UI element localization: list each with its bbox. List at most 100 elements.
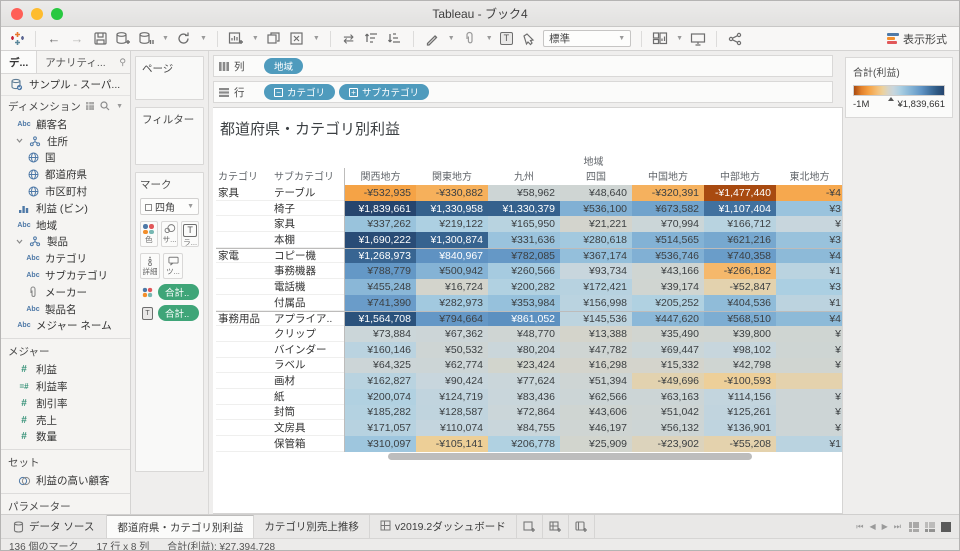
value-cell[interactable]: ¥16,724 [416, 279, 488, 295]
value-cell[interactable]: ¥185,282 [344, 404, 416, 421]
set-0[interactable]: 利益の高い顧客 [1, 472, 130, 489]
subcategory-cell[interactable]: アプライア.. [272, 310, 344, 327]
category-cell[interactable] [216, 436, 272, 452]
refresh-icon[interactable] [176, 30, 192, 48]
swap-axes-icon[interactable]: ⇄ [341, 30, 357, 48]
show-me-button[interactable]: 表示形式 [887, 31, 947, 47]
last-tab-icon[interactable]: ⏭ [894, 522, 901, 532]
value-cell-clipped[interactable]: ¥ [776, 216, 842, 233]
value-cell-clipped[interactable] [776, 373, 842, 389]
value-cell[interactable]: -¥266,182 [704, 263, 776, 280]
dimension-7[interactable]: 製品 [1, 234, 130, 251]
subcategory-cell[interactable]: 本棚 [272, 232, 344, 248]
value-cell[interactable]: ¥63,163 [632, 388, 704, 405]
mark-type-selector[interactable]: 四角 ▼ [140, 198, 199, 215]
find-field-icon[interactable] [100, 101, 110, 111]
value-cell[interactable]: ¥1,300,874 [416, 232, 488, 248]
tab-analytics[interactable]: アナリティ... [37, 51, 113, 73]
view-data-grid-icon[interactable] [86, 102, 95, 110]
subcategory-cell[interactable]: 電話機 [272, 279, 344, 295]
redo-icon[interactable]: → [69, 30, 85, 48]
sort-ascending-icon[interactable] [364, 30, 380, 48]
category-cell[interactable] [216, 388, 272, 405]
value-cell-clipped[interactable]: ¥1 [776, 436, 842, 452]
value-cell[interactable]: ¥114,156 [704, 388, 776, 405]
value-cell-clipped[interactable]: ¥ [776, 341, 842, 358]
group-members-icon[interactable] [462, 30, 478, 48]
value-cell[interactable]: ¥794,664 [416, 310, 488, 327]
prev-tab-icon[interactable]: ◀ [869, 522, 875, 531]
collapse-hierarchy-icon[interactable]: − [274, 87, 283, 97]
dimension-3[interactable]: 都道府県 [1, 166, 130, 183]
value-cell-clipped[interactable]: ¥ [776, 388, 842, 405]
subcategory-cell[interactable]: 紙 [272, 388, 344, 405]
clear-sheet-icon[interactable] [289, 30, 305, 48]
value-cell[interactable]: ¥1,107,404 [704, 200, 776, 217]
value-cell-clipped[interactable]: ¥ [776, 404, 842, 421]
value-cell[interactable]: ¥260,566 [488, 263, 560, 280]
value-cell[interactable]: ¥171,057 [344, 420, 416, 436]
measure-4[interactable]: # 数量 [1, 429, 130, 446]
value-cell[interactable]: ¥404,536 [704, 294, 776, 311]
category-cell[interactable] [216, 357, 272, 374]
value-cell-clipped[interactable]: ¥4 [776, 310, 842, 327]
value-cell[interactable]: ¥110,074 [416, 420, 488, 436]
subcategory-cell[interactable]: コピー機 [272, 247, 344, 264]
value-cell-clipped[interactable]: ¥1 [776, 263, 842, 280]
value-cell[interactable]: ¥56,132 [632, 420, 704, 436]
value-cell[interactable]: -¥23,902 [632, 436, 704, 452]
value-cell[interactable]: ¥39,800 [704, 326, 776, 342]
category-cell[interactable] [216, 279, 272, 295]
value-cell[interactable]: ¥93,734 [560, 263, 632, 280]
new-worksheet-icon[interactable] [228, 30, 244, 48]
pages-shelf[interactable]: ページ [135, 56, 204, 100]
value-cell[interactable]: -¥49,696 [632, 373, 704, 389]
color-legend[interactable]: 合計(利益) -1M ¥1,839,661 [845, 57, 953, 118]
value-cell-clipped[interactable]: -¥4 [776, 185, 842, 201]
value-cell[interactable]: ¥15,332 [632, 357, 704, 374]
duplicate-sheet-icon[interactable] [266, 30, 282, 48]
value-cell[interactable]: ¥43,166 [632, 263, 704, 280]
value-cell[interactable]: ¥84,755 [488, 420, 560, 436]
value-cell[interactable]: ¥280,618 [560, 232, 632, 248]
value-cell[interactable]: ¥46,197 [560, 420, 632, 436]
value-cell[interactable]: ¥77,624 [488, 373, 560, 389]
rows-pill-0[interactable]: − カテゴリ [264, 84, 336, 100]
highlight-caret-icon[interactable]: ▼ [448, 35, 455, 42]
value-cell[interactable]: ¥160,146 [344, 341, 416, 358]
category-cell[interactable] [216, 294, 272, 311]
category-cell[interactable] [216, 216, 272, 233]
value-cell[interactable]: ¥62,774 [416, 357, 488, 374]
value-cell[interactable]: ¥1,268,973 [344, 247, 416, 264]
value-cell[interactable]: ¥51,042 [632, 404, 704, 421]
dimension-1[interactable]: 住所 [1, 133, 130, 150]
undo-icon[interactable]: ← [46, 30, 62, 48]
value-cell[interactable]: ¥536,746 [632, 247, 704, 264]
expand-hierarchy-icon[interactable]: + [349, 87, 359, 97]
value-cell[interactable]: ¥282,973 [416, 294, 488, 311]
value-cell[interactable]: ¥47,782 [560, 341, 632, 358]
show-sheet-view-icon[interactable] [941, 521, 951, 532]
label-button[interactable]: T ラ... [181, 221, 200, 247]
new-dashboard-tab-button[interactable] [543, 515, 569, 538]
value-cell[interactable]: ¥156,998 [560, 294, 632, 311]
value-cell[interactable]: -¥55,208 [704, 436, 776, 452]
category-cell[interactable] [216, 404, 272, 421]
pause-caret-icon[interactable]: ▼ [162, 35, 169, 42]
dimension-6[interactable]: Abc 地域 [1, 217, 130, 234]
value-cell[interactable]: ¥673,582 [632, 200, 704, 217]
next-tab-icon[interactable]: ▶ [882, 522, 888, 531]
value-cell[interactable]: ¥48,640 [560, 185, 632, 201]
subcategory-cell[interactable]: 文房具 [272, 420, 344, 436]
value-cell[interactable]: ¥500,942 [416, 263, 488, 280]
value-cell[interactable]: ¥43,606 [560, 404, 632, 421]
value-cell-clipped[interactable]: ¥3 [776, 232, 842, 248]
sort-descending-icon[interactable] [387, 30, 403, 48]
value-cell[interactable]: ¥48,770 [488, 326, 560, 342]
value-cell[interactable]: ¥83,436 [488, 388, 560, 405]
value-cell[interactable]: ¥35,490 [632, 326, 704, 342]
value-cell[interactable]: ¥1,690,222 [344, 232, 416, 248]
region-header-2[interactable]: 九州 [488, 168, 560, 186]
new-data-source-icon[interactable] [115, 30, 131, 48]
value-cell-clipped[interactable]: ¥1 [776, 294, 842, 311]
